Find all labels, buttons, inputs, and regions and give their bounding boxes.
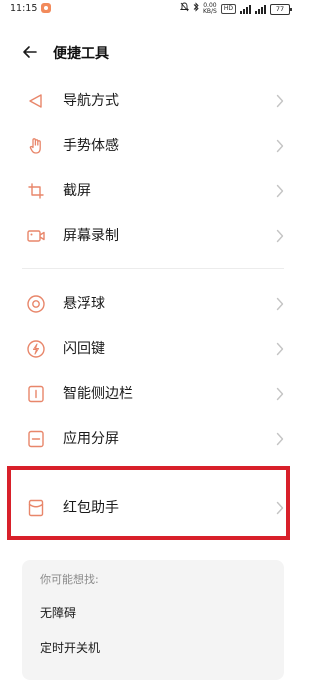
bell-icon [179,2,190,16]
status-bar: 11:15 0.00 KB/S HD 77 [0,0,304,18]
chevron-right-icon [276,342,284,356]
status-time: 11:15 [10,3,38,14]
network-speed-unit: KB/S [202,8,217,15]
navigation-triangle-icon [29,94,42,108]
app-notification-icon [41,3,51,13]
header: 便捷工具 [0,38,304,66]
signal-icon-2 [255,4,266,14]
menu-item-navigation[interactable]: 导航方式 [0,79,304,123]
chevron-right-icon [276,297,284,311]
floating-ball-icon [27,295,45,313]
menu-item-screen-recording[interactable]: 屏幕录制 [0,214,304,258]
signal-icon [240,4,251,14]
back-arrow-icon[interactable] [20,42,40,62]
menu-item-flashback-key[interactable]: 闪回键 [0,327,304,371]
chevron-right-icon [276,184,284,198]
chevron-right-icon [276,432,284,446]
highlight-annotation-box [7,466,290,540]
menu-item-label: 闪回键 [63,341,105,357]
menu-item-label: 智能侧边栏 [63,386,133,402]
network-speed: 0.00 KB/S [203,3,217,15]
menu-item-gestures[interactable]: 手势体感 [0,124,304,168]
menu-item-floating-ball[interactable]: 悬浮球 [0,282,304,326]
suggestion-item-scheduled-power[interactable]: 定时开关机 [40,639,100,656]
bluetooth-icon [193,2,199,16]
suggestion-item-accessibility[interactable]: 无障碍 [40,604,76,621]
menu-item-label: 截屏 [63,183,91,199]
chevron-right-icon [276,94,284,108]
menu-item-label: 导航方式 [63,93,119,109]
section-divider [22,268,284,269]
menu-item-screenshot[interactable]: 截屏 [0,169,304,213]
menu-item-label: 应用分屏 [63,431,119,447]
smart-sidebar-icon [28,385,44,403]
menu-item-smart-sidebar[interactable]: 智能侧边栏 [0,372,304,416]
status-icons: 0.00 KB/S HD 77 [179,2,292,16]
menu-item-label: 悬浮球 [63,296,105,312]
chevron-right-icon [276,229,284,243]
suggestion-title: 你可能想找: [40,573,99,586]
chevron-right-icon [276,139,284,153]
hand-gesture-icon [29,138,41,154]
flashback-icon [27,340,45,358]
suggestion-card: 你可能想找: 无障碍 定时开关机 [22,560,284,680]
split-screen-icon [28,430,44,448]
crop-screenshot-icon [28,183,44,199]
hd-badge: HD [220,4,236,14]
menu-item-label: 屏幕录制 [63,228,119,244]
menu-item-split-screen[interactable]: 应用分屏 [0,417,304,461]
battery-icon: 77 [270,3,292,15]
video-record-icon [27,230,45,242]
menu-item-label: 手势体感 [63,138,119,154]
chevron-right-icon [276,387,284,401]
page-title: 便捷工具 [53,46,109,62]
